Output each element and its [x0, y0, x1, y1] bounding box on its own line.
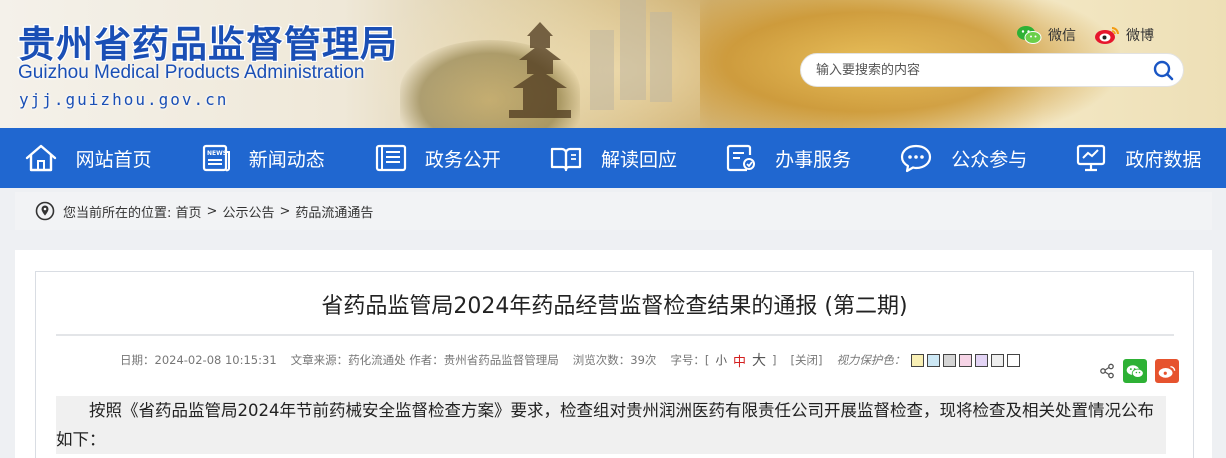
color-swatch-pink[interactable]: [959, 353, 973, 367]
site-logo-subtitle: Guizhou Medical Products Administration: [18, 62, 365, 83]
vision-protection-label: 视力保护色：: [836, 353, 906, 367]
data-monitor-icon: [1077, 144, 1106, 172]
nav-item-home[interactable]: 网站首页: [0, 128, 175, 188]
font-size-label: 字号：[: [670, 353, 710, 367]
svg-text:NEWS: NEWS: [207, 150, 227, 157]
article-card: 省药品监管局2024年药品经营监督检查结果的通报 (第二期) 日期：2024-0…: [35, 271, 1194, 458]
chat-bubble-icon: [901, 144, 932, 173]
color-swatch-gray[interactable]: [943, 353, 957, 367]
share-wechat-button[interactable]: [1123, 359, 1147, 383]
main-nav: 网站首页 NEWS 新闻动态 政务公开 解读回应 办事服务 公众参与 政府数据: [0, 128, 1226, 188]
breadcrumb: 您当前所在的位置: 首页 > 公示公告 > 药品流通通告: [15, 192, 1212, 230]
article-views: 浏览次数：39次: [572, 353, 657, 367]
wechat-icon: [1017, 26, 1042, 44]
color-swatch-blue[interactable]: [927, 353, 941, 367]
font-size-small[interactable]: 小: [715, 352, 727, 368]
article-meta: 日期：2024-02-08 10:15:31 文章来源：药化流通处 作者：贵州省…: [120, 350, 1023, 370]
font-size-close-bracket: ]: [771, 353, 777, 367]
wechat-icon: [1126, 364, 1144, 378]
breadcrumb-drug-circulation[interactable]: 药品流通通告: [295, 202, 373, 221]
breadcrumb-separator: >: [279, 203, 291, 219]
nav-item-services[interactable]: 办事服务: [701, 128, 876, 188]
weibo-label: 微博: [1126, 28, 1154, 44]
pagoda-illustration: [509, 22, 571, 118]
color-swatch-white[interactable]: [1007, 353, 1021, 367]
article-paragraph: 按照《省药品监管局2024年节前药械安全监督检查方案》要求，检查组对贵州润洲医药…: [56, 396, 1166, 454]
color-swatch-yellow[interactable]: [911, 353, 925, 367]
nav-label-news: 新闻动态: [248, 148, 325, 171]
nav-label-services: 办事服务: [775, 148, 852, 171]
search-box: [800, 53, 1184, 87]
share-weibo-button[interactable]: [1155, 359, 1179, 383]
article-title: 省药品监管局2024年药品经营监督检查结果的通报 (第二期): [321, 294, 908, 319]
font-size-medium[interactable]: 中: [733, 351, 746, 370]
search-icon: [1153, 60, 1174, 81]
weibo-link[interactable]: 微博: [1094, 25, 1154, 45]
nav-item-interpretation[interactable]: 解读回应: [525, 128, 700, 188]
search-button[interactable]: [1143, 53, 1183, 87]
document-list-icon: [375, 144, 406, 172]
article-body: 按照《省药品监管局2024年节前药械安全监督检查方案》要求，检查组对贵州润洲医药…: [56, 396, 1166, 454]
breadcrumb-prefix: 您当前所在的位置:: [63, 205, 172, 221]
weibo-icon: [1158, 365, 1176, 378]
nav-item-gov-affairs[interactable]: 政务公开: [350, 128, 525, 188]
color-swatch-light-gray[interactable]: [991, 353, 1005, 367]
open-book-icon: [550, 147, 582, 172]
nav-label-participation: 公众参与: [951, 148, 1028, 171]
share-icon[interactable]: [1099, 363, 1115, 379]
article-source: 文章来源：药化流通处 作者：贵州省药品监督管理局: [290, 353, 559, 367]
home-icon: [25, 144, 56, 172]
breadcrumb-home[interactable]: 首页: [176, 202, 202, 221]
article-date: 日期：2024-02-08 10:15:31: [120, 353, 277, 367]
breadcrumb-separator: >: [206, 203, 218, 219]
location-pin-icon: [35, 201, 55, 221]
nav-label-home: 网站首页: [75, 148, 152, 171]
wechat-label: 微信: [1048, 28, 1076, 44]
news-icon: NEWS: [202, 144, 230, 172]
service-form-icon: [727, 144, 756, 172]
title-divider: [56, 334, 1174, 336]
header-banner: 贵州省药品监督管理局 Guizhou Medical Products Admi…: [0, 0, 1226, 128]
site-logo-title[interactable]: 贵州省药品监督管理局: [17, 14, 399, 68]
nav-item-gov-data[interactable]: 政府数据: [1051, 128, 1226, 188]
nav-item-participation[interactable]: 公众参与: [876, 128, 1051, 188]
search-input[interactable]: [801, 54, 1143, 86]
share-bar: [1099, 359, 1179, 383]
close-page-button[interactable]: [关闭]: [790, 352, 822, 368]
nav-label-gov-affairs: 政务公开: [424, 148, 501, 171]
weibo-icon: [1095, 27, 1119, 44]
nav-label-gov-data: 政府数据: [1125, 148, 1202, 171]
nav-label-interpretation: 解读回应: [600, 148, 677, 171]
color-swatch-purple[interactable]: [975, 353, 989, 367]
site-url: yjj.guizhou.gov.cn: [19, 90, 229, 109]
wechat-link[interactable]: 微信: [1016, 25, 1076, 45]
breadcrumb-announcements[interactable]: 公示公告: [222, 202, 274, 221]
font-size-large[interactable]: 大: [752, 350, 766, 370]
nav-item-news[interactable]: NEWS 新闻动态: [175, 128, 350, 188]
